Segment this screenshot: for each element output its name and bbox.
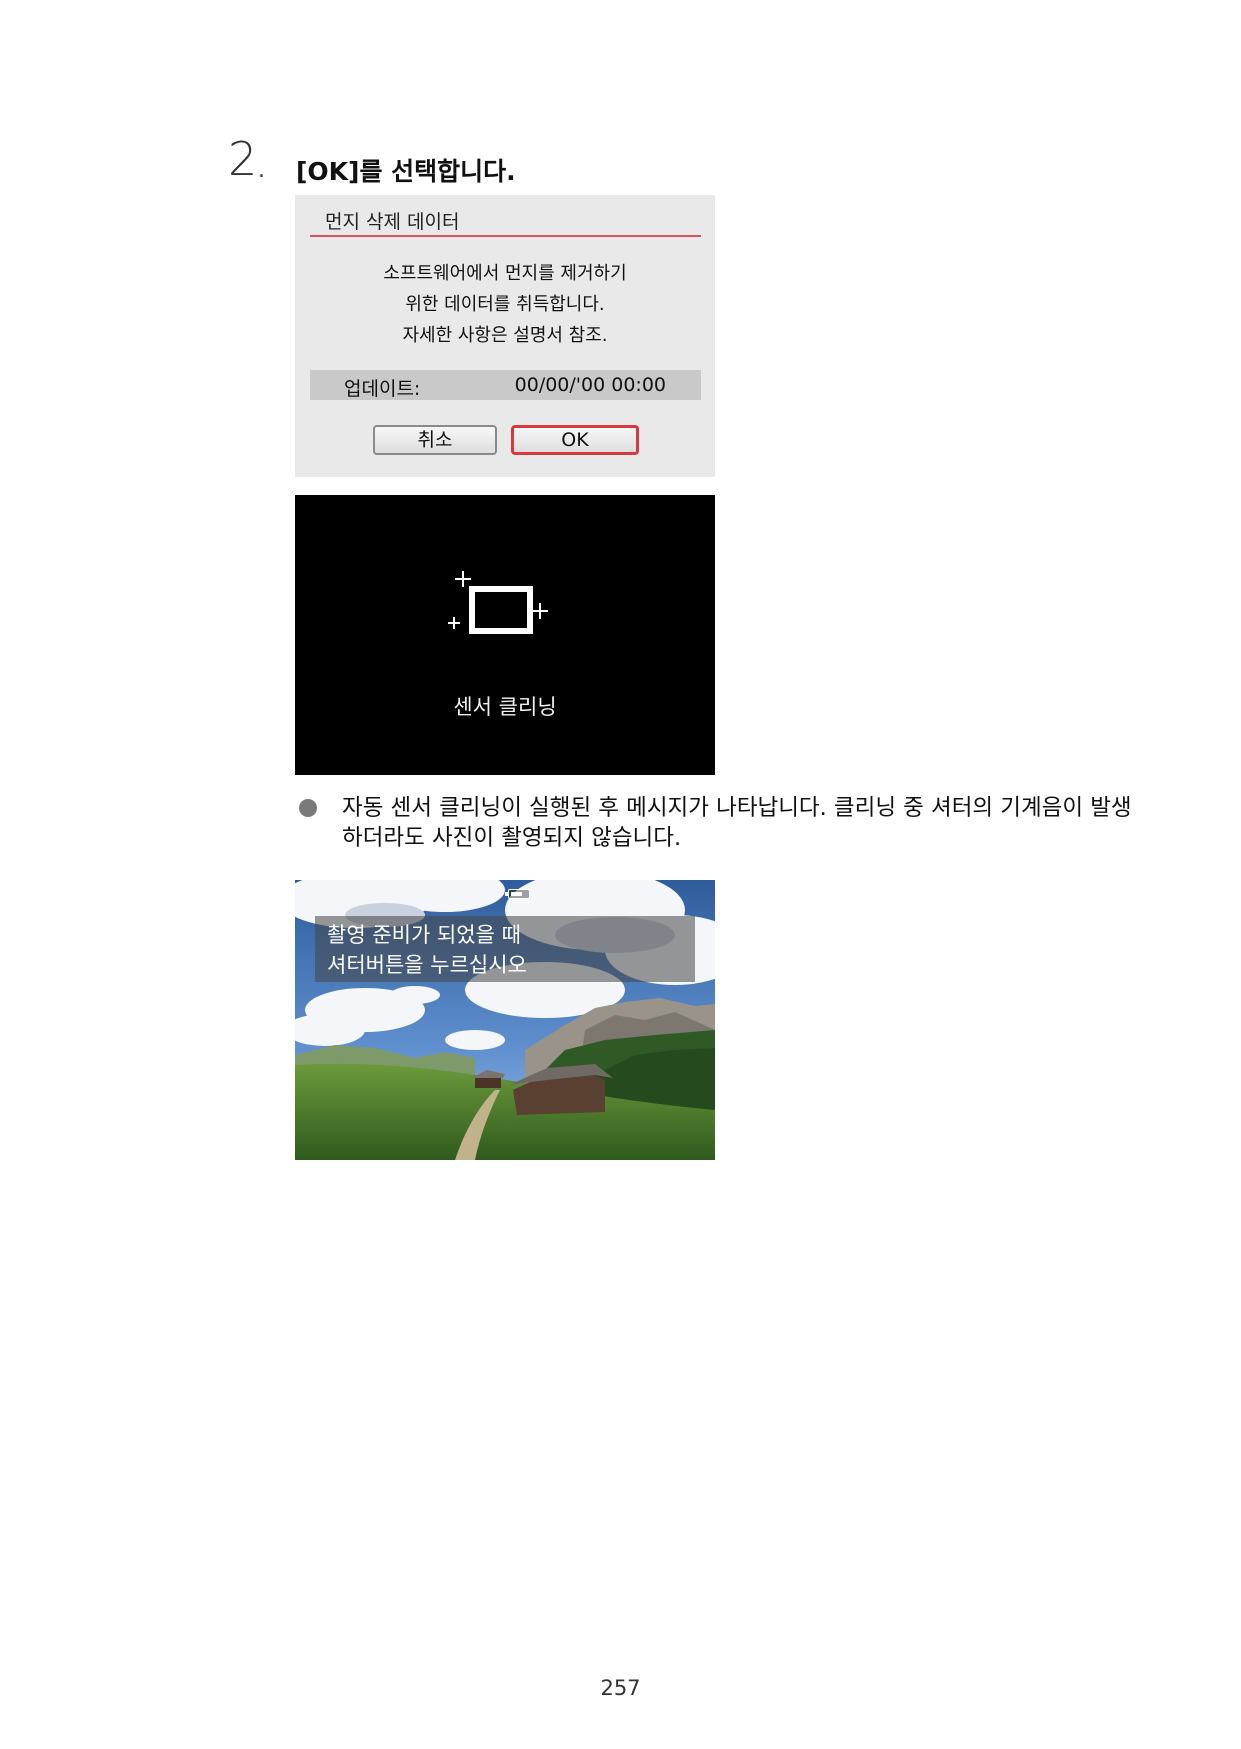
battery-icon [505,889,530,899]
bullet-text: 자동 센서 클리닝이 실행된 후 메시지가 나타납니다. 클리닝 중 셔터의 기… [342,795,1132,851]
update-label: 업데이트: [344,378,421,400]
shooting-message-box: 촬영 준비가 되었을 때 셔터버튼을 누르십시오 [315,916,695,982]
dialog-title: 먼지 삭제 데이터 [325,211,460,233]
dialog-message-line: 위한 데이터를 취득합니다. [405,294,605,315]
live-view-screen: 촬영 준비가 되었을 때 셔터버튼을 누르십시오 [295,880,715,1160]
dialog-message: 소프트웨어에서 먼지를 제거하기 위한 데이터를 취득합니다. 자세한 사항은 … [295,258,715,351]
dust-delete-data-dialog: 먼지 삭제 데이터 소프트웨어에서 먼지를 제거하기 위한 데이터를 취득합니다… [295,195,715,477]
shooting-message-line: 셔터버튼을 누르십시오 [327,953,527,977]
sensor-cleaning-label: 센서 클리닝 [453,695,557,719]
step-number-dot: . [258,158,265,183]
shooting-message: 촬영 준비가 되었을 때 셔터버튼을 누르십시오 [327,920,527,980]
bullet-icon [299,799,317,817]
sensor-cleaning-icon [448,571,548,634]
shooting-message-line: 촬영 준비가 되었을 때 [327,923,521,947]
step-number: 2 [228,132,258,186]
sensor-cleaning-screen: 센서 클리닝 [295,495,715,775]
dialog-message-line: 소프트웨어에서 먼지를 제거하기 [383,263,627,284]
dialog-title-divider [310,235,701,237]
step-title: [OK]를 선택합니다. [296,157,516,186]
update-row: 업데이트: 00/00/'00 00:00 [310,370,701,400]
page-number: 257 [600,1676,641,1700]
update-value: 00/00/'00 00:00 [514,374,666,396]
ok-button[interactable]: OK [511,425,639,455]
cancel-button[interactable]: 취소 [373,425,497,455]
dialog-message-line: 자세한 사항은 설명서 참조. [402,325,608,346]
battery-level-fill [511,891,523,896]
